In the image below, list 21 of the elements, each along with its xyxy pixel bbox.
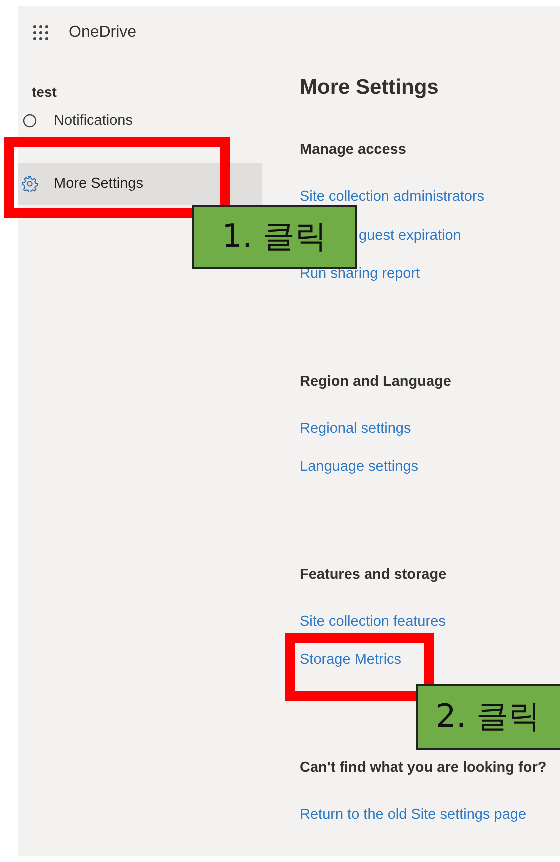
settings-link[interactable]: Regional settings (300, 418, 412, 438)
settings-link[interactable]: Site collection features (300, 612, 446, 632)
nav-item[interactable]: More Settings (18, 163, 262, 205)
section-heading: Can't find what you are looking for? (300, 758, 547, 778)
site-name: test (31, 83, 58, 102)
settings-link[interactable]: Site collection administrators (300, 187, 485, 207)
step-callout: 2. 클릭 (416, 684, 560, 750)
app-title: OneDrive (69, 24, 137, 42)
settings-link[interactable]: Storage Metrics (300, 650, 402, 670)
circle-icon (22, 113, 38, 129)
settings-link[interactable]: Return to the old Site settings page (300, 804, 527, 824)
settings-link[interactable]: guest expiration (359, 226, 462, 246)
gear-icon (22, 176, 38, 192)
nav-item[interactable]: Notifications (18, 100, 262, 142)
app-launcher-icon[interactable] (33, 25, 49, 41)
step-callout: 1. 클릭 (192, 205, 357, 269)
section-heading: Features and storage (300, 566, 448, 584)
page-title: More Settings (300, 75, 440, 101)
settings-link[interactable]: Language settings (300, 457, 419, 477)
section-heading: Region and Language (300, 372, 452, 392)
section-heading: Manage access (300, 141, 408, 160)
